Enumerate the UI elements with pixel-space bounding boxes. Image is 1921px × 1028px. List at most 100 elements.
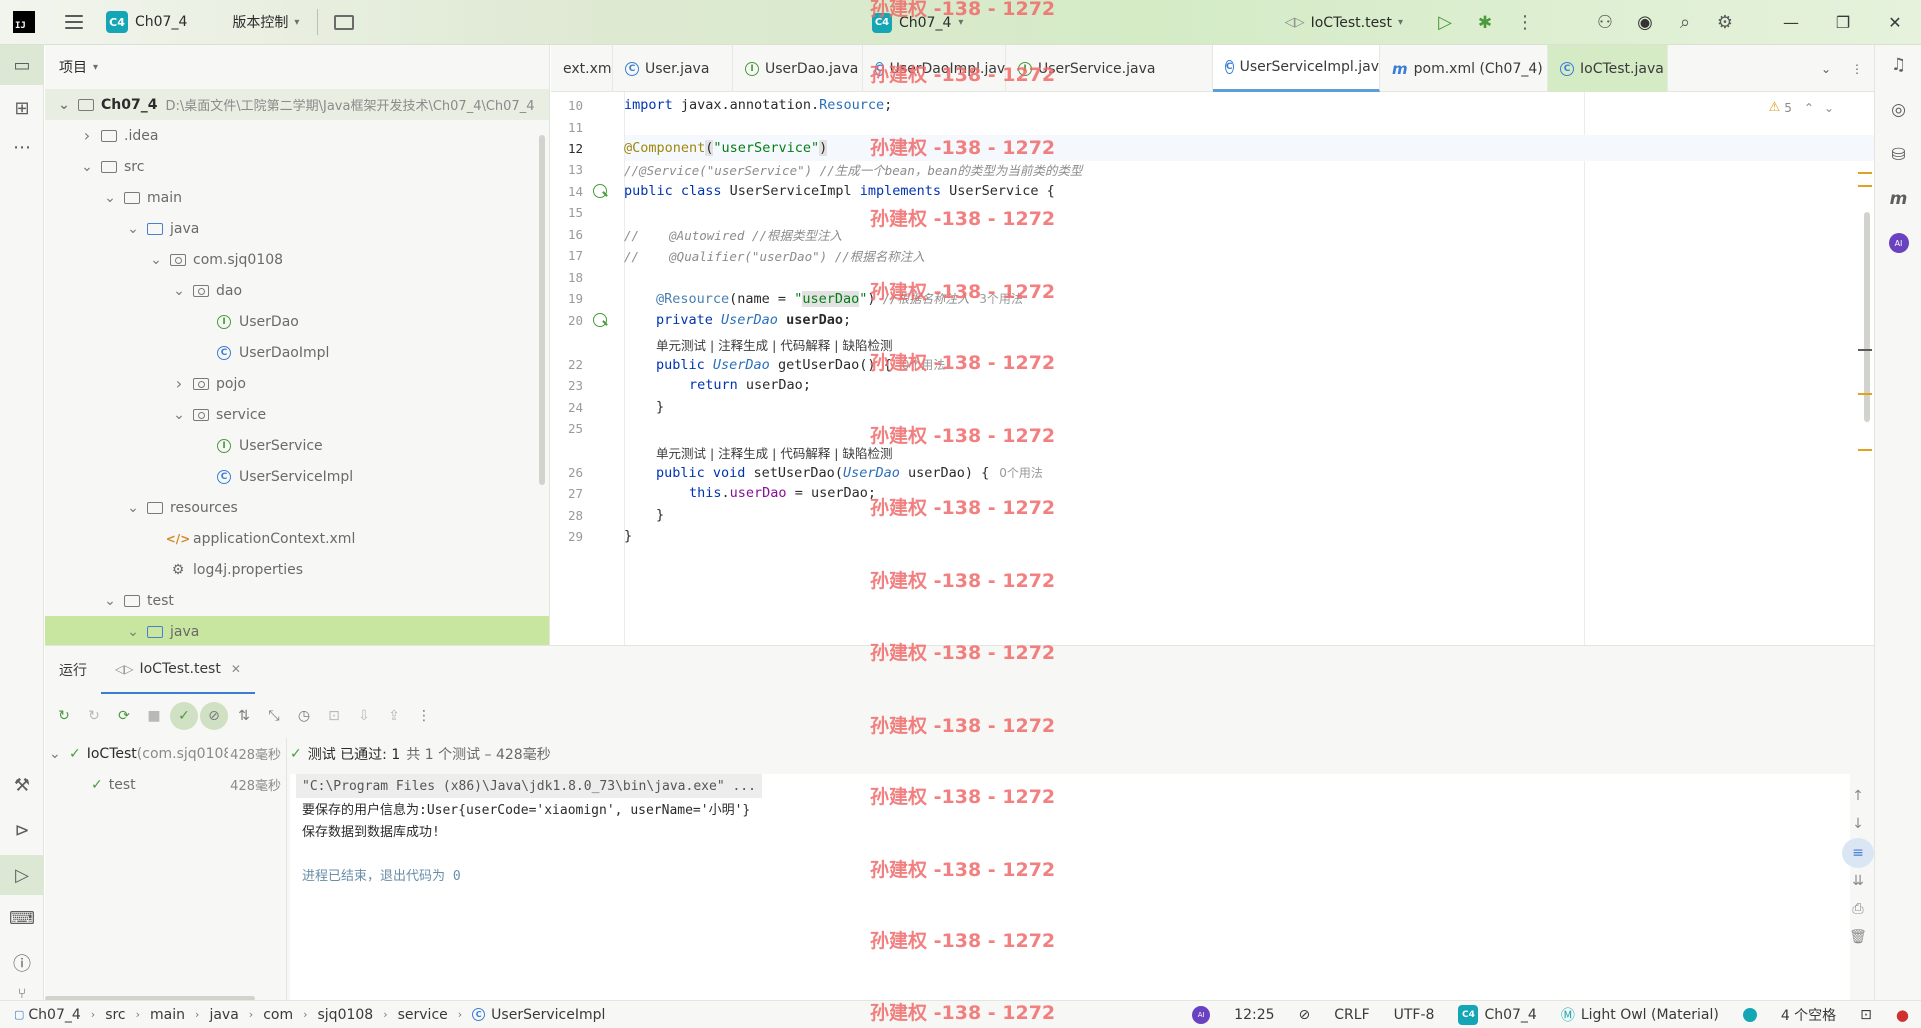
indent-setting[interactable]: 4 个空格 — [1781, 1005, 1836, 1025]
ai-assistant-button[interactable]: ◉ — [1625, 0, 1665, 45]
theme-status-dot[interactable] — [1742, 1008, 1757, 1022]
lock-icon[interactable]: ⊡ — [1860, 1007, 1872, 1023]
usages-inlay[interactable]: 3个用法 — [979, 292, 1023, 306]
debug-button[interactable]: ✱ — [1465, 0, 1505, 45]
collapse-button[interactable]: ⤡ — [260, 702, 288, 730]
tree-item[interactable]: </> applicationContext.xml — [45, 523, 549, 554]
no-inspect-icon[interactable]: ⊘ — [1299, 1007, 1311, 1023]
database-button[interactable]: ⛁ — [1875, 137, 1921, 173]
intellij-logo-icon[interactable]: IJ — [13, 11, 35, 33]
structure-tool-button[interactable]: ⊞ — [0, 88, 44, 128]
usages-inlay[interactable]: 0个用法 — [902, 358, 946, 372]
close-icon[interactable]: ✕ — [231, 662, 241, 676]
tree-item[interactable]: › .idea — [45, 120, 549, 151]
project-switcher[interactable]: C4 Ch07_4 ▾ — [872, 0, 963, 45]
chevron-down-icon[interactable]: ⌄ — [126, 624, 140, 640]
maximize-button[interactable]: ❐ — [1817, 0, 1869, 45]
stop-button[interactable]: ■ — [140, 702, 168, 730]
scroll-to-end-button[interactable]: ⇊ — [1842, 866, 1874, 896]
chevron-down-icon[interactable]: ⌄ — [103, 593, 117, 609]
ai-status[interactable]: AI — [1192, 1006, 1211, 1024]
vcs-menu[interactable]: 版本控制 ▾ — [232, 12, 299, 32]
search-button[interactable]: ⌕ — [1665, 0, 1705, 45]
rerun-button[interactable]: ↻ — [50, 702, 78, 730]
editor-tab[interactable]: I UserService.java — [1006, 45, 1213, 92]
notifications-button[interactable]: ♫ — [1875, 47, 1921, 83]
line-separator[interactable]: CRLF — [1334, 1007, 1369, 1023]
ai-chat-button[interactable]: ◎ — [1875, 92, 1921, 128]
run-button[interactable]: ▷ — [1425, 0, 1465, 45]
problems-tool-button[interactable]: ⓘ — [0, 943, 44, 983]
warning-marker[interactable] — [1858, 449, 1872, 451]
import-button[interactable]: ⇩ — [350, 702, 378, 730]
services-tool-button[interactable]: ⊳ — [0, 810, 44, 850]
tree-item[interactable]: C UserDaoImpl — [45, 337, 549, 368]
project-tree-scrollbar[interactable] — [539, 135, 545, 485]
more-vertical-icon[interactable]: ⋮ — [1839, 45, 1875, 92]
theme-indicator[interactable]: Ⓜ Light Owl (Material) — [1561, 1005, 1719, 1025]
console-output[interactable]: "C:\Program Files (x86)\Java\jdk1.8.0_73… — [290, 774, 1850, 1001]
tree-item[interactable]: ⌄ java — [45, 213, 549, 244]
caret-position[interactable]: 12:25 — [1234, 1007, 1274, 1023]
chevron-right-icon[interactable]: › — [80, 126, 94, 145]
implementation-gutter-icon[interactable] — [593, 313, 607, 327]
run-tool-button[interactable]: ▷ — [0, 855, 44, 895]
chevron-right-icon[interactable]: › — [172, 374, 186, 393]
clear-console-button[interactable]: 🗑 — [1842, 922, 1874, 952]
scroll-down-button[interactable]: ↓ — [1842, 809, 1874, 839]
breadcrumb-item[interactable]: Ch07_4 — [28, 1007, 80, 1023]
code-editor[interactable]: ⚠ 5 ⌃ ⌄ 10 import javax.annotation.Resou… — [551, 92, 1874, 645]
more-actions-button[interactable]: ⋮ — [410, 702, 438, 730]
breadcrumb-item[interactable]: com — [263, 1007, 293, 1023]
close-window-button[interactable]: ✕ — [1869, 0, 1921, 45]
warning-marker[interactable] — [1858, 172, 1872, 174]
show-ignored-toggle[interactable]: ⊘ — [200, 702, 228, 730]
tree-item[interactable]: ⌄ resources — [45, 492, 549, 523]
minimize-button[interactable]: — — [1765, 0, 1817, 45]
chevron-down-icon[interactable]: ⌄ — [103, 190, 117, 206]
chevron-down-icon[interactable]: ⌄ — [149, 252, 163, 268]
tree-item[interactable]: ⌄ Ch07_4 D:\桌面文件\工院第二学期\Java框架开发技术\Ch07_4\… — [45, 89, 549, 120]
main-menu-icon[interactable] — [65, 15, 83, 29]
console-line[interactable]: "C:\Program Files (x86)\Java\jdk1.8.0_73… — [296, 774, 762, 798]
tree-item[interactable]: ⌄ service — [45, 399, 549, 430]
print-button[interactable]: ⎙ — [1842, 894, 1874, 924]
chevron-down-icon[interactable]: ⌄ — [80, 159, 94, 175]
tab-run[interactable]: 运行 — [45, 646, 101, 694]
usages-inlay[interactable]: 0个用法 — [999, 466, 1043, 480]
warning-marker[interactable] — [1858, 185, 1872, 187]
more-actions-button[interactable]: ⋮ — [1505, 0, 1545, 45]
show-passed-toggle[interactable]: ✓ — [170, 702, 198, 730]
editor-tab[interactable]: I UserDao.java — [733, 45, 863, 92]
chevron-down-icon[interactable]: ⌄ — [49, 746, 63, 762]
project-tool-button[interactable]: ▭ — [0, 45, 44, 85]
breadcrumb-item[interactable]: UserServiceImpl — [491, 1007, 605, 1023]
settings-button[interactable]: ⚙ — [1705, 0, 1745, 45]
tree-item[interactable]: ⌄ java — [45, 616, 549, 645]
folder-icon[interactable] — [334, 14, 355, 30]
tree-item[interactable]: I UserDao — [45, 306, 549, 337]
tree-item[interactable]: › pojo — [45, 368, 549, 399]
run-configuration-select[interactable]: ◁▷ IoCTest.test ▾ — [1285, 15, 1403, 31]
rerun-failed-button[interactable]: ↻ — [80, 702, 108, 730]
warning-marker[interactable] — [1858, 393, 1872, 395]
editor-tab[interactable]: CUserServiceImpl.java✕ — [1213, 45, 1380, 92]
project-panel-header[interactable]: 项目 ▾ — [45, 45, 549, 89]
build-tool-button[interactable]: ⚒ — [0, 765, 44, 805]
soft-wrap-toggle[interactable]: ≡ — [1842, 838, 1874, 868]
tab-test-run[interactable]: ◁▷ IoCTest.test ✕ — [101, 646, 255, 694]
history-button[interactable]: ◷ — [290, 702, 318, 730]
add-user-button[interactable]: ⚇ — [1585, 0, 1625, 45]
tree-item[interactable]: ⌄ main — [45, 182, 549, 213]
chevron-down-icon[interactable]: ⌄ — [172, 407, 186, 423]
file-encoding[interactable]: UTF-8 — [1394, 1007, 1435, 1023]
chevron-down-icon[interactable]: ⌄ — [172, 283, 186, 299]
module-indicator[interactable]: C4 Ch07_4 — [1458, 1005, 1537, 1025]
editor-tab[interactable]: ext.xml — [551, 45, 613, 92]
project-name[interactable]: Ch07_4 — [135, 14, 187, 30]
test-result-row[interactable]: ⌄ ✓ IoCTest (com.sjq0108 428毫秒 — [45, 738, 287, 769]
editor-tab[interactable]: m pom.xml (Ch07_4) — [1380, 45, 1548, 92]
tree-item[interactable]: I UserService — [45, 430, 549, 461]
test-result-row[interactable]: ✓ test 428毫秒 — [45, 769, 287, 800]
chevron-down-icon[interactable]: ⌄ — [57, 97, 71, 113]
